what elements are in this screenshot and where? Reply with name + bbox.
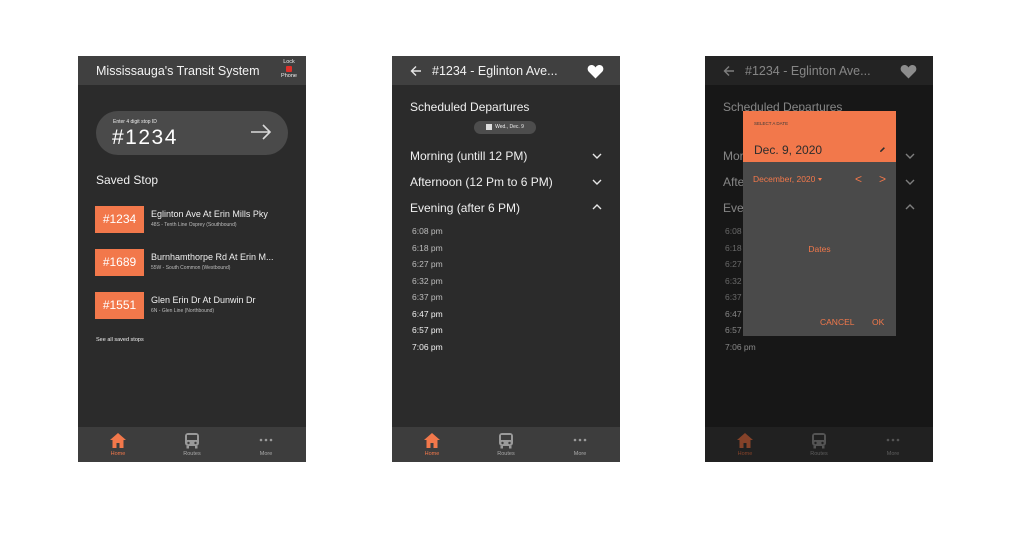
more-icon bbox=[259, 438, 273, 442]
saved-stop-heading: Saved Stop bbox=[96, 173, 159, 187]
cancel-button[interactable]: CANCEL bbox=[820, 317, 854, 327]
date-picker-header: SELECT A DATE Dec. 9, 2020 bbox=[743, 111, 896, 162]
app-bar: Mississauga's Transit System Lock Phone bbox=[78, 56, 306, 85]
saved-stop-item[interactable]: #1234 Eglinton Ave At Erin Mills Pky 48S… bbox=[95, 206, 295, 233]
departure-time: 6:18 pm bbox=[412, 243, 443, 253]
selected-date: Dec. 9, 2020 bbox=[754, 143, 823, 157]
phone-label: Phone bbox=[281, 73, 297, 79]
home-icon bbox=[110, 433, 126, 448]
date-picker-dialog: SELECT A DATE Dec. 9, 2020 December, 202… bbox=[743, 111, 896, 336]
departure-time: 6:32 pm bbox=[412, 276, 443, 286]
stop-name: Burnhamthorpe Rd At Erin M... bbox=[151, 252, 274, 262]
app-title: Mississauga's Transit System bbox=[96, 64, 260, 78]
nav-more[interactable]: More bbox=[560, 432, 600, 457]
stop-route: 48S - Tenth Line Osprey (Southbound) bbox=[151, 222, 237, 228]
period-afternoon[interactable]: Afternoon (12 Pm to 6 PM) bbox=[410, 175, 553, 189]
stop-name: Eglinton Ave At Erin Mills Pky bbox=[151, 209, 268, 219]
month-label: December, 2020 bbox=[753, 174, 816, 184]
nav-home-label: Home bbox=[424, 451, 440, 457]
departure-time: 6:47 pm bbox=[412, 309, 443, 319]
home-screen: Mississauga's Transit System Lock Phone … bbox=[78, 56, 306, 462]
nav-routes[interactable]: Routes bbox=[486, 432, 526, 457]
stop-route: 55W - South Common (Westbound) bbox=[151, 265, 231, 271]
nav-routes-label: Routes bbox=[497, 451, 515, 457]
departure-time: 6:08 pm bbox=[412, 226, 443, 236]
saved-stop-item[interactable]: #1689 Burnhamthorpe Rd At Erin M... 55W … bbox=[95, 249, 295, 276]
saved-stop-item[interactable]: #1551 Glen Erin Dr At Dunwin Dr 6N - Gle… bbox=[95, 292, 295, 319]
month-selector[interactable]: December, 2020 bbox=[753, 174, 823, 184]
nav-routes-label: Routes bbox=[183, 451, 201, 457]
chevron-up-icon[interactable] bbox=[592, 204, 602, 210]
prev-month-button[interactable]: < bbox=[855, 172, 862, 186]
stop-name: Glen Erin Dr At Dunwin Dr bbox=[151, 295, 256, 305]
date-picker-screen: #1234 - Eglinton Ave... Scheduled Depart… bbox=[705, 56, 933, 462]
departure-time: 6:37 pm bbox=[412, 292, 443, 302]
nav-home[interactable]: Home bbox=[98, 432, 138, 457]
stop-title: #1234 - Eglinton Ave... bbox=[432, 64, 558, 78]
date-chip[interactable]: Wed., Dec. 9 bbox=[474, 121, 536, 134]
departure-time: 6:57 pm bbox=[412, 325, 443, 335]
date-chip-label: Wed., Dec. 9 bbox=[495, 124, 524, 130]
stop-id-badge: #1551 bbox=[95, 292, 144, 319]
bottom-nav: Home Routes More bbox=[78, 427, 306, 462]
period-morning[interactable]: Morning (untill 12 PM) bbox=[410, 149, 527, 163]
chevron-down-icon[interactable] bbox=[592, 153, 602, 159]
lock-icon bbox=[286, 66, 292, 72]
stop-id-badge: #1689 bbox=[95, 249, 144, 276]
departure-time: 7:06 pm bbox=[412, 342, 443, 352]
pencil-icon[interactable] bbox=[879, 146, 886, 153]
nav-more[interactable]: More bbox=[246, 432, 286, 457]
nav-more-label: More bbox=[573, 451, 587, 457]
bus-icon bbox=[185, 433, 199, 449]
heart-icon[interactable] bbox=[587, 64, 604, 79]
ok-button[interactable]: OK bbox=[872, 317, 884, 327]
see-all-saved-link[interactable]: See all saved stops bbox=[96, 337, 144, 343]
departure-time: 6:27 pm bbox=[412, 259, 443, 269]
home-icon bbox=[424, 433, 440, 448]
chevron-down-icon[interactable] bbox=[592, 179, 602, 185]
stop-id-input[interactable]: Enter 4 digit stop ID #1234 bbox=[96, 111, 288, 155]
nav-routes[interactable]: Routes bbox=[172, 432, 212, 457]
scheduled-departures-heading: Scheduled Departures bbox=[410, 100, 530, 114]
next-month-button[interactable]: > bbox=[879, 172, 886, 186]
lock-phone-button[interactable]: Lock Phone bbox=[277, 59, 301, 79]
bottom-nav: Home Routes More bbox=[392, 427, 620, 462]
departures-screen: #1234 - Eglinton Ave... Scheduled Depart… bbox=[392, 56, 620, 462]
nav-more-label: More bbox=[259, 451, 273, 457]
stop-id-value: #1234 bbox=[112, 126, 178, 149]
dropdown-arrow-icon bbox=[818, 178, 823, 182]
more-icon bbox=[573, 438, 587, 442]
nav-home-label: Home bbox=[110, 451, 126, 457]
back-arrow-icon[interactable] bbox=[410, 65, 422, 77]
calendar-icon bbox=[486, 123, 493, 130]
app-bar: #1234 - Eglinton Ave... bbox=[392, 56, 620, 85]
stop-route: 6N - Glen Line (Northbound) bbox=[151, 308, 215, 314]
nav-home[interactable]: Home bbox=[412, 432, 452, 457]
bus-icon bbox=[499, 433, 513, 449]
lock-label: Lock bbox=[283, 59, 295, 65]
period-evening[interactable]: Evening (after 6 PM) bbox=[410, 201, 520, 215]
arrow-right-icon[interactable] bbox=[250, 124, 272, 140]
select-date-label: SELECT A DATE bbox=[754, 121, 789, 126]
stop-id-badge: #1234 bbox=[95, 206, 144, 233]
dates-placeholder: Dates bbox=[808, 244, 831, 254]
stop-id-hint: Enter 4 digit stop ID bbox=[113, 119, 157, 125]
